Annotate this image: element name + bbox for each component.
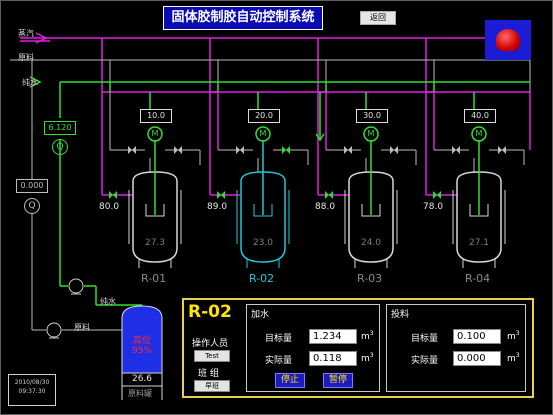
unit-text: m [361,332,370,342]
motor-icon: M [475,129,483,138]
unit-text: m [507,354,516,364]
material-pump-label: 原料 [74,323,90,332]
water-target-input[interactable]: 1.234 [309,329,357,344]
feed-target-unit: m3 [507,330,520,342]
steam-valve-icon[interactable] [109,191,117,199]
shift-label: 班 组 [198,369,219,379]
tank-alarm-line2: 95% [131,346,152,356]
unit-text: m [361,354,370,364]
water-actual-label: 实际量 [265,356,293,366]
water-actual-input[interactable]: 0.118 [309,351,357,366]
water-flow-readout: 6.120 [44,121,76,135]
unit-sup: 3 [369,330,374,337]
clock-display: 2010/08/30 09:37:30 [8,374,56,406]
reactor-name: R-03 [357,272,383,285]
steam-valve-icon[interactable] [217,191,225,199]
reactor-level: 27.1 [468,238,490,248]
reactor-temperature: 78.0 [423,202,444,212]
tank-alarm-line1: 高位 [132,336,151,346]
back-button[interactable]: 返回 [360,11,396,25]
feed-actual-unit: m3 [507,352,520,364]
material-pump-icon [46,322,62,339]
water-section-title: 加水 [251,310,270,320]
unit-sup: 3 [515,352,520,359]
motor-icon: M [151,129,159,138]
operator-field[interactable]: Test [194,350,230,362]
material-flowmeter-icon: Q [24,198,40,214]
reactor-name: R-01 [141,272,167,285]
motor-icon: M [367,129,375,138]
steam-label: 蒸汽 [18,29,34,38]
reactor-name: R-02 [249,272,275,285]
reactor-temperature: 80.0 [99,202,120,212]
material-valve-icon[interactable] [128,146,136,154]
active-water-feed [315,92,325,142]
feed-actual-label: 实际量 [411,356,439,366]
agitator-speed-readout: 10.0 [140,109,172,123]
tank-alarm-text: 高位 95% [122,336,162,356]
material-flow-readout: 0.000 [16,179,48,193]
agitator-speed-readout: 20.0 [248,109,280,123]
selected-reactor: R-02 [188,302,232,322]
pause-button[interactable]: 暂停 [323,373,353,388]
feed-section: 投料 目标量 0.100 m3 实际量 0.000 m3 [386,304,526,392]
steam-valve-icon[interactable] [433,191,441,199]
tank-level-value: 26.6 [131,374,153,384]
water-label: 纯水 [22,78,38,87]
reactor-level: 24.0 [360,238,382,248]
material-valve-icon[interactable] [236,146,244,154]
reactor-level: 27.3 [144,238,166,248]
reactor-level: 23.0 [252,238,274,248]
water-valve-icon[interactable] [282,146,290,154]
feed-target-label: 目标量 [411,334,439,344]
motor-icon: M [259,129,267,138]
water-valve-icon[interactable] [498,146,506,154]
hmi-screen: 固体胶制胶自动控制系统 返回 蒸汽 原料 纯水 6.120 Q 0.000 Q … [0,0,553,415]
reactor-temperature: 88.0 [315,202,336,212]
water-valve-icon[interactable] [174,146,182,154]
water-actual-unit: m3 [361,352,374,364]
shift-field[interactable]: 早班 [194,380,230,392]
steam-valve-icon[interactable] [325,191,333,199]
water-pump-label: 纯水 [100,297,116,306]
agitator-speed-readout: 30.0 [356,109,388,123]
material-label: 原料 [18,53,34,62]
alarm-lamp[interactable] [485,20,531,60]
tank-label: 原料罐 [128,389,152,398]
reactor-name: R-04 [465,272,491,285]
material-valve-icon[interactable] [344,146,352,154]
water-section: 加水 目标量 1.234 m3 实际量 0.118 m3 停止 暂停 [246,304,380,392]
unit-text: m [507,332,516,342]
unit-sup: 3 [515,330,520,337]
control-panel: R-02 操作人员 Test 班 组 早班 加水 目标量 1.234 m3 实际… [182,298,534,398]
stop-button[interactable]: 停止 [275,373,305,388]
feed-section-title: 投料 [391,310,410,320]
water-valve-icon[interactable] [390,146,398,154]
alarm-light-icon [496,29,520,51]
clock-date: 2010/08/30 [14,379,50,386]
water-target-unit: m3 [361,330,374,342]
material-valve-icon[interactable] [452,146,460,154]
reactor-temperature: 89.0 [207,202,228,212]
agitator-speed-readout: 40.0 [464,109,496,123]
clock-time: 09:37:30 [18,388,46,395]
app-title: 固体胶制胶自动控制系统 [163,6,323,30]
water-pump-icon [68,278,84,295]
feed-target-input[interactable]: 0.100 [453,329,501,344]
water-flowmeter-icon: Q [52,139,68,155]
unit-sup: 3 [369,352,374,359]
operator-label: 操作人员 [192,339,229,349]
water-target-label: 目标量 [265,334,293,344]
feed-actual-input[interactable]: 0.000 [453,351,501,366]
